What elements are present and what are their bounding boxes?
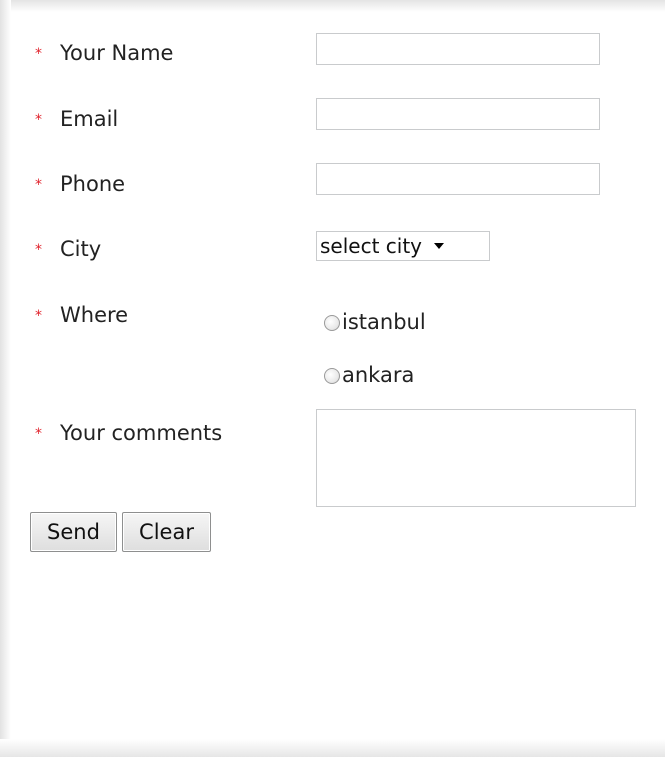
email-input[interactable] [316,98,600,130]
comments-row: * Your comments [35,423,222,444]
name-input[interactable] [316,33,600,65]
radio-button-istanbul[interactable] [324,314,340,331]
comments-textarea[interactable] [316,409,636,507]
where-row: * Where [35,305,128,326]
required-asterisk: * [35,307,42,324]
email-row: * Email [35,109,118,130]
where-label: Where [60,303,129,327]
required-asterisk: * [35,425,42,442]
radio-option-istanbul[interactable]: istanbul [324,312,426,333]
name-label: Your Name [60,41,174,65]
city-label: City [60,237,102,261]
email-label: Email [60,107,119,131]
contact-form-page: * Your Name * Email * Phone * City selec… [0,0,665,757]
phone-row: * Phone [35,174,125,195]
phone-input[interactable] [316,163,600,195]
city-row: * City [35,239,101,260]
required-asterisk: * [35,111,42,128]
page-shadow-bottom [0,739,665,757]
page-shadow-left [0,0,11,757]
comments-label: Your comments [60,421,223,445]
dropdown-arrow-icon [434,243,445,249]
required-asterisk: * [35,45,42,62]
clear-button[interactable]: Clear [122,512,211,552]
required-asterisk: * [35,176,42,193]
phone-label: Phone [60,172,126,196]
radio-label-ankara[interactable]: ankara [342,365,414,386]
send-button[interactable]: Send [30,512,117,552]
city-select[interactable]: select city [316,231,490,261]
radio-option-ankara[interactable]: ankara [324,365,414,386]
radio-button-ankara[interactable] [324,367,340,384]
name-row: * Your Name [35,43,173,64]
required-asterisk: * [35,241,42,258]
page-shadow-top [0,0,665,12]
city-select-value: select city [320,234,423,258]
radio-label-istanbul[interactable]: istanbul [342,312,426,333]
